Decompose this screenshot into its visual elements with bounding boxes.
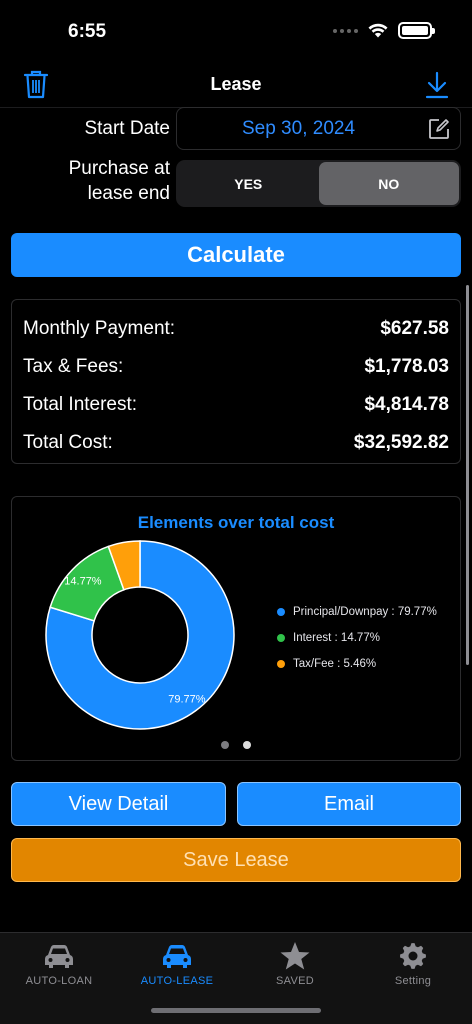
email-button[interactable]: Email [237, 782, 461, 826]
chart-legend: Principal/Downpay : 79.77% Interest : 14… [277, 599, 437, 677]
start-date-field[interactable]: Sep 30, 2024 [176, 107, 461, 150]
page-title: Lease [210, 74, 262, 94]
status-icons [333, 22, 435, 39]
result-value: $1,778.03 [364, 356, 449, 377]
tab-label: Setting [394, 975, 432, 987]
tab-saved[interactable]: SAVED [236, 939, 354, 995]
scrollbar[interactable] [466, 285, 469, 665]
result-row-total-interest: Total Interest: $4,814.78 [23, 386, 449, 424]
result-value: $627.58 [380, 318, 449, 339]
legend-text: Principal/Downpay : 79.77% [293, 606, 437, 618]
legend-item-interest: Interest : 14.77% [277, 625, 437, 651]
status-bar: 6:55 [0, 0, 472, 62]
result-value: $4,814.78 [364, 394, 449, 415]
result-row-total-cost: Total Cost: $32,592.82 [23, 424, 449, 462]
start-date-label: Start Date [84, 118, 170, 139]
purchase-option-no[interactable]: NO [318, 162, 459, 205]
result-row-monthly-payment: Monthly Payment: $627.58 [23, 310, 449, 348]
wifi-icon [368, 23, 388, 38]
tab-setting[interactable]: Setting [354, 939, 472, 995]
legend-dot [277, 634, 285, 642]
tab-auto-loan[interactable]: AUTO-LOAN [0, 939, 118, 995]
start-date-value: Sep 30, 2024 [241, 118, 356, 139]
tab-label: SAVED [276, 975, 314, 987]
edit-icon[interactable] [428, 118, 450, 140]
tab-label: AUTO-LOAN [25, 975, 93, 987]
save-lease-button[interactable]: Save Lease [11, 838, 461, 882]
slice-label: 14.77% [64, 575, 102, 587]
view-detail-button[interactable]: View Detail [11, 782, 226, 826]
car-icon [45, 945, 73, 968]
page-dot[interactable] [221, 741, 229, 749]
purchase-label-line1: Purchase at [68, 158, 170, 179]
legend-item-principal: Principal/Downpay : 79.77% [277, 599, 437, 625]
home-indicator [151, 1008, 321, 1013]
purchase-label-line2: lease end [87, 183, 170, 204]
battery-icon [398, 22, 435, 39]
tab-auto-lease[interactable]: AUTO-LEASE [118, 939, 236, 995]
star-icon [280, 942, 310, 970]
chart-page-dots[interactable] [12, 741, 460, 749]
legend-text: Tax/Fee : 5.46% [293, 658, 377, 670]
slice-label: 79.77% [168, 694, 206, 706]
result-label: Tax & Fees: [23, 356, 124, 377]
signal-icon [333, 28, 358, 33]
legend-dot [277, 608, 285, 616]
nav-bar: Lease [0, 62, 472, 108]
chart-title: Elements over total cost [137, 513, 335, 532]
tab-label: AUTO-LEASE [140, 975, 214, 987]
result-label: Monthly Payment: [23, 318, 176, 339]
result-label: Total Cost: [23, 432, 113, 453]
purchase-toggle[interactable]: YES NO [176, 160, 461, 207]
calculate-button[interactable]: Calculate [11, 233, 461, 277]
gear-icon [400, 943, 426, 969]
legend-dot [277, 660, 285, 668]
legend-item-tax-fee: Tax/Fee : 5.46% [277, 651, 437, 677]
result-value: $32,592.82 [353, 432, 449, 453]
legend-text: Interest : 14.77% [293, 632, 380, 644]
car-icon [163, 945, 191, 968]
download-icon[interactable] [424, 70, 450, 100]
result-label: Total Interest: [23, 394, 138, 415]
page-dot-active[interactable] [243, 741, 251, 749]
results-card: Monthly Payment: $627.58 Tax & Fees: $1,… [11, 299, 461, 464]
purchase-option-yes[interactable]: YES [178, 162, 319, 205]
chart-card[interactable]: 79.77% 14.77% Elements over total cost Pr… [11, 496, 461, 761]
status-time: 6:55 [68, 21, 107, 42]
result-row-tax-fees: Tax & Fees: $1,778.03 [23, 348, 449, 386]
